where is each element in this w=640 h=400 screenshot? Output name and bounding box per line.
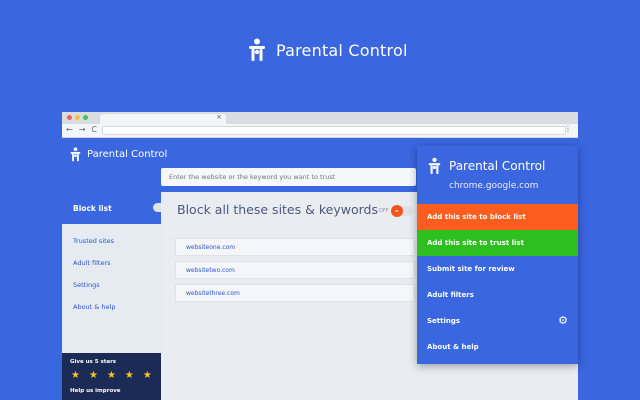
address-bar: ← → C ⌂ ⋮ bbox=[62, 124, 578, 138]
hero-title: Parental Control bbox=[276, 40, 408, 60]
tab-bar: × bbox=[62, 112, 578, 124]
hero-logo: Parental Control bbox=[248, 38, 408, 62]
browser-menu-icon[interactable]: ⋮ bbox=[564, 124, 572, 133]
star-icon[interactable]: ★ bbox=[125, 370, 134, 381]
toggle-track[interactable]: – bbox=[390, 205, 413, 217]
star-icon[interactable]: ★ bbox=[89, 370, 98, 381]
sidebar-item-label: Block list bbox=[73, 203, 112, 213]
star-icon[interactable]: ★ bbox=[71, 370, 80, 381]
list-item[interactable]: websitetwo.com bbox=[175, 261, 415, 279]
minimize-window-dot[interactable] bbox=[75, 115, 80, 120]
close-tab-icon[interactable]: × bbox=[216, 113, 222, 121]
app-title: Parental Control bbox=[87, 149, 168, 160]
sidebar-list: Trusted sites Adult filters Settings Abo… bbox=[62, 224, 161, 353]
maximize-window-dot[interactable] bbox=[83, 115, 88, 120]
close-window-dot[interactable] bbox=[67, 115, 72, 120]
add-to-trust-list-button[interactable]: Add this site to trust list bbox=[417, 230, 578, 256]
about-help-button[interactable]: About & help bbox=[417, 334, 578, 360]
popup-logo: Parental Control bbox=[428, 157, 545, 175]
adult-filters-button[interactable]: Adult filters bbox=[417, 282, 578, 308]
gear-icon[interactable]: ⚙ bbox=[558, 314, 568, 327]
sidebar-item-trusted-sites[interactable]: Trusted sites bbox=[62, 230, 161, 252]
list-item[interactable]: websiteone.com bbox=[175, 238, 415, 256]
rate-panel: Give us 5 stars ★ ★ ★ ★ ★ Help us improv… bbox=[62, 353, 161, 400]
settings-button[interactable]: Settings ⚙ bbox=[417, 308, 578, 334]
rating-stars: ★ ★ ★ ★ ★ bbox=[62, 365, 161, 381]
list-item[interactable]: websitethree.com bbox=[175, 284, 415, 302]
parental-icon bbox=[428, 157, 441, 174]
settings-label: Settings bbox=[427, 317, 461, 325]
forward-icon[interactable]: → bbox=[79, 125, 86, 134]
minus-icon[interactable]: – bbox=[390, 205, 403, 217]
star-icon[interactable]: ★ bbox=[143, 370, 152, 381]
popup-header: Parental Control chrome.google.com bbox=[417, 146, 578, 204]
sidebar-item-block-list[interactable]: Block list bbox=[62, 192, 167, 224]
parental-icon bbox=[249, 38, 265, 61]
star-icon[interactable]: ★ bbox=[107, 370, 116, 381]
site-keyword-input[interactable] bbox=[161, 168, 416, 186]
submit-site-review-button[interactable]: Submit site for review bbox=[417, 256, 578, 282]
sidebar: Block list Trusted sites Adult filters S… bbox=[62, 192, 167, 400]
url-input[interactable] bbox=[102, 126, 566, 135]
rate-title: Give us 5 stars bbox=[70, 359, 117, 365]
browser-tab[interactable]: × bbox=[100, 113, 226, 124]
current-domain: chrome.google.com bbox=[449, 181, 539, 191]
parental-icon bbox=[70, 147, 81, 162]
back-icon[interactable]: ← bbox=[66, 125, 73, 134]
reload-icon[interactable]: C bbox=[91, 125, 97, 134]
add-to-block-list-button[interactable]: Add this site to block list bbox=[417, 204, 578, 230]
help-improve-link[interactable]: Help us improve bbox=[62, 381, 161, 394]
window-controls bbox=[67, 115, 88, 120]
sidebar-item-about-help[interactable]: About & help bbox=[62, 296, 161, 318]
sidebar-item-adult-filters[interactable]: Adult filters bbox=[62, 252, 161, 274]
block-all-toggle[interactable]: OFF – bbox=[379, 205, 413, 217]
popup-title: Parental Control bbox=[449, 159, 546, 173]
page-title: Block all these sites & keywords bbox=[177, 202, 378, 217]
sidebar-item-settings[interactable]: Settings bbox=[62, 274, 161, 296]
extension-popup: Parental Control chrome.google.com Add t… bbox=[417, 146, 578, 364]
app-logo: Parental Control bbox=[70, 147, 167, 162]
toggle-label: OFF bbox=[379, 208, 389, 214]
